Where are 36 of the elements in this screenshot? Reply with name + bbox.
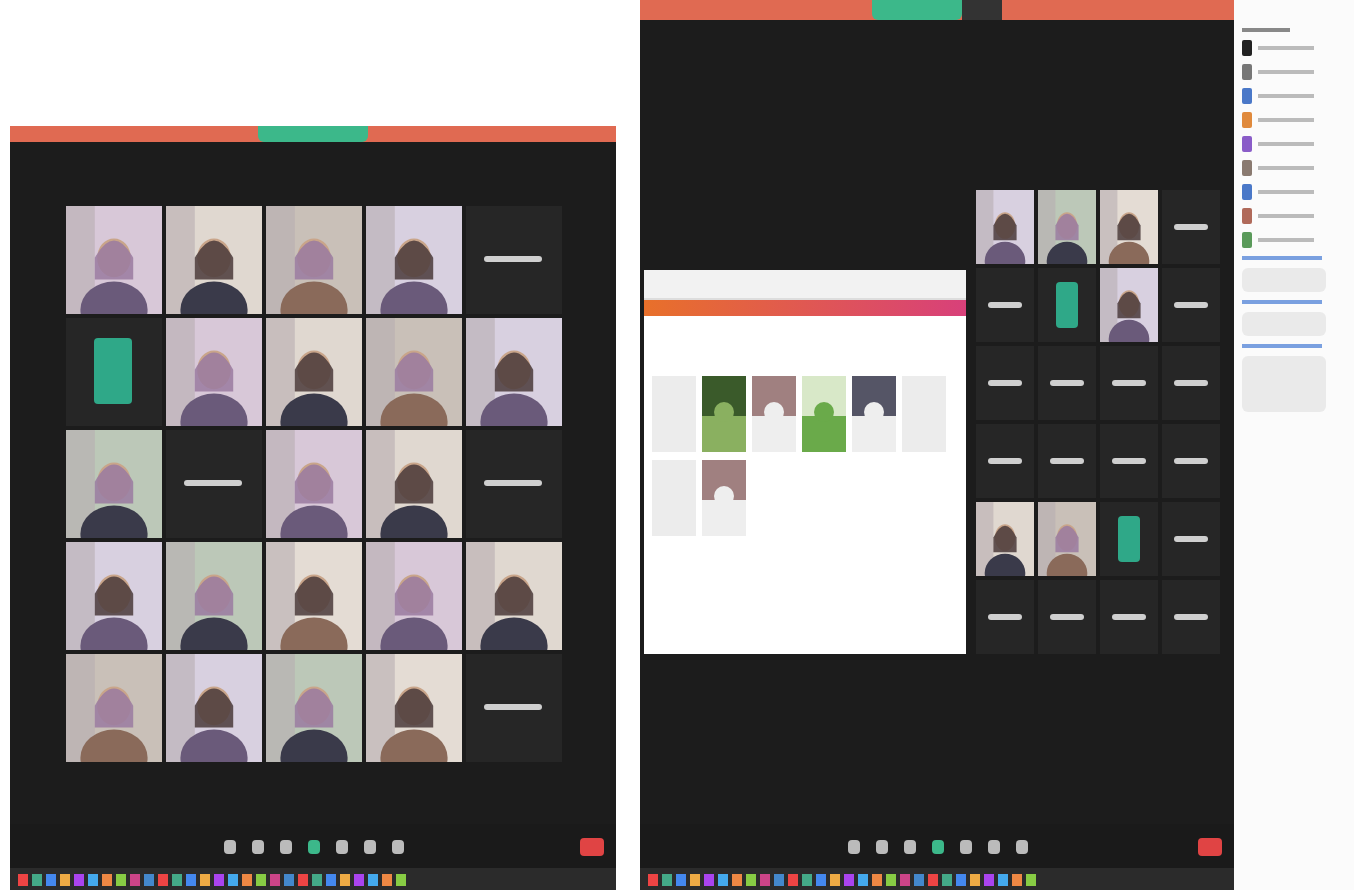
toolbar-icon[interactable]	[335, 839, 347, 853]
toolbar-icon[interactable]	[279, 839, 291, 853]
toolbar-icon[interactable]	[1015, 839, 1027, 853]
participant-name	[1173, 302, 1209, 308]
toolbar-icon[interactable]	[251, 839, 263, 853]
participant-name	[1049, 380, 1085, 386]
participant-name	[1111, 458, 1147, 464]
toolbar-icon[interactable]	[903, 839, 915, 853]
toolbar-icon[interactable]	[307, 839, 319, 853]
participant-name	[484, 704, 542, 710]
toolbar-icon[interactable]	[847, 839, 859, 853]
participant-name	[484, 480, 542, 486]
participant-name	[1173, 224, 1209, 230]
participant-name	[1111, 614, 1147, 620]
participant-name	[987, 614, 1023, 620]
toolbar-icon[interactable]	[931, 839, 943, 853]
toolbar-icon[interactable]	[223, 839, 235, 853]
participant-name	[484, 256, 542, 262]
end-button[interactable]	[580, 837, 604, 855]
toolbar-icon[interactable]	[875, 839, 887, 853]
participant-name	[987, 380, 1023, 386]
participant-name	[987, 302, 1023, 308]
end-button[interactable]	[1198, 837, 1222, 855]
participant-name	[1173, 614, 1209, 620]
participant-name	[1173, 458, 1209, 464]
toolbar-icon[interactable]	[363, 839, 375, 853]
participant-name	[1173, 380, 1209, 386]
toolbar-icon[interactable]	[987, 839, 999, 853]
participant-name	[184, 480, 242, 486]
participant-name	[1111, 380, 1147, 386]
toolbar-icon[interactable]	[959, 839, 971, 853]
participant-name	[1049, 458, 1085, 464]
participant-name	[1049, 614, 1085, 620]
participant-name	[1173, 536, 1209, 542]
participant-name	[987, 458, 1023, 464]
toolbar-icon[interactable]	[391, 839, 403, 853]
